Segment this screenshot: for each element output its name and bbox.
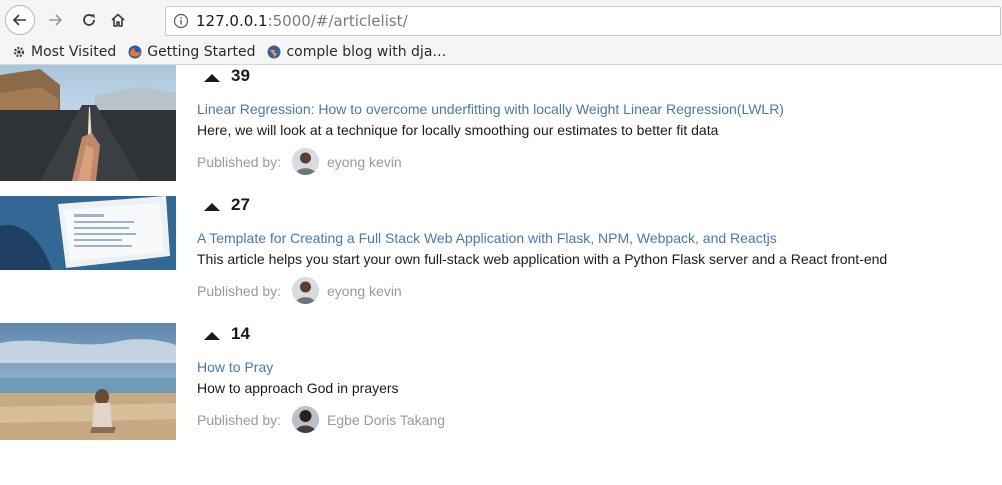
gear-icon: [12, 45, 26, 59]
home-icon: [111, 13, 125, 27]
firefox-icon: [128, 45, 142, 59]
back-arrow-icon: [12, 14, 26, 26]
author-name[interactable]: eyong kevin: [327, 154, 402, 170]
avatar: [292, 277, 319, 304]
article-item: 14 How to Pray How to approach God in pr…: [0, 323, 1002, 443]
bookmark-getting-started[interactable]: Getting Started: [128, 44, 255, 60]
bookmark-label: comple blog with dja…: [286, 44, 447, 60]
author-name[interactable]: Egbe Doris Takang: [327, 412, 445, 428]
reload-icon: [83, 14, 95, 26]
url-path: :5000/#/articlelist/: [267, 12, 408, 30]
bookmarks-toolbar: Most Visited Getting Started comple blog…: [0, 40, 1002, 65]
bookmark-blog[interactable]: comple blog with dja…: [267, 44, 446, 60]
upvote-icon[interactable]: [204, 203, 220, 211]
vote-count: 14: [231, 324, 250, 343]
avatar: [292, 148, 319, 175]
reload-button[interactable]: [74, 5, 104, 35]
article-thumbnail[interactable]: [0, 323, 176, 440]
article-thumbnail[interactable]: [0, 196, 176, 270]
address-bar[interactable]: 127.0.0.1:5000/#/articlelist/: [165, 6, 1001, 36]
article-list: 39 Linear Regression: How to overcome un…: [0, 65, 1002, 485]
info-icon[interactable]: [166, 13, 196, 29]
forward-arrow-icon: [49, 14, 63, 26]
published-by-label: Published by:: [197, 154, 282, 170]
article-title-link[interactable]: A Template for Creating a Full Stack Web…: [197, 230, 777, 246]
article-thumbnail[interactable]: [0, 65, 176, 181]
home-button[interactable]: [103, 5, 133, 35]
article-title-link[interactable]: Linear Regression: How to overcome under…: [197, 101, 784, 117]
article-description: How to approach God in prayers: [197, 380, 399, 396]
article-description: Here, we will look at a technique for lo…: [197, 122, 719, 138]
bookmark-label: Getting Started: [147, 44, 256, 60]
avatar: [292, 406, 319, 433]
upvote-icon[interactable]: [204, 74, 220, 82]
article-item: 27 A Template for Creating a Full Stack …: [0, 194, 1002, 314]
url-text[interactable]: 127.0.0.1:5000/#/articlelist/: [196, 12, 408, 30]
article-item: 39 Linear Regression: How to overcome un…: [0, 65, 1002, 185]
published-by-label: Published by:: [197, 412, 282, 428]
published-by-label: Published by:: [197, 283, 282, 299]
vote-count: 27: [231, 195, 250, 214]
article-title-link[interactable]: How to Pray: [197, 359, 273, 375]
upvote-icon[interactable]: [204, 332, 220, 340]
back-button[interactable]: [5, 5, 35, 35]
bookmark-label: Most Visited: [31, 44, 117, 60]
article-description: This article helps you start your own fu…: [197, 251, 888, 267]
globe-icon: [267, 45, 281, 59]
url-host: 127.0.0.1: [196, 12, 268, 30]
forward-button[interactable]: [40, 5, 70, 35]
author-name[interactable]: eyong kevin: [327, 283, 402, 299]
browser-toolbar: 127.0.0.1:5000/#/articlelist/: [0, 0, 1002, 40]
bookmark-most-visited[interactable]: Most Visited: [12, 44, 116, 60]
vote-count: 39: [231, 66, 250, 85]
